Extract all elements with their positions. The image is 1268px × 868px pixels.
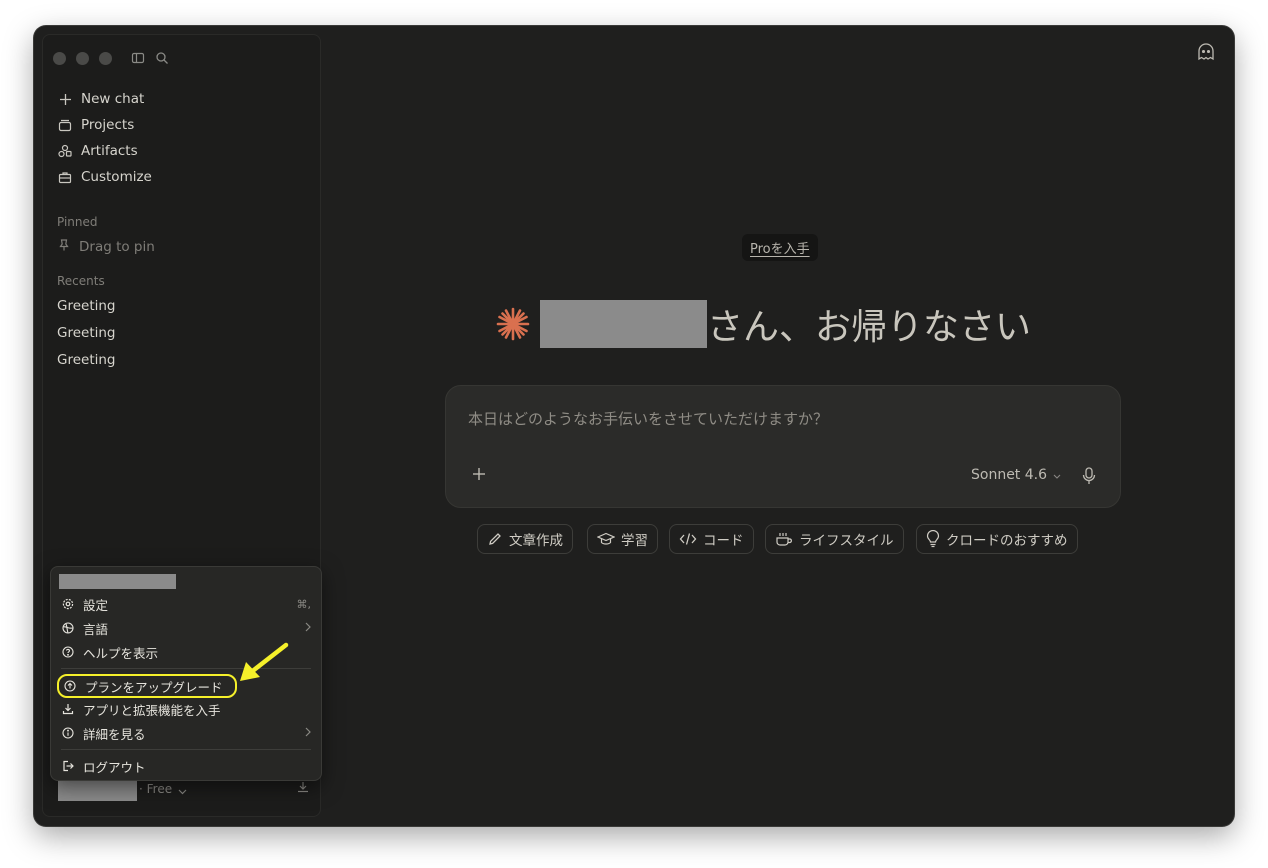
new-chat-label: New chat (81, 91, 145, 107)
menu-item-label: アプリと拡張機能を入手 (83, 702, 221, 718)
projects-label: Projects (81, 117, 135, 133)
prompt-chip-learning[interactable]: 学習 (587, 524, 658, 554)
menu-item-get-apps[interactable]: アプリと拡張機能を入手 (61, 698, 311, 720)
annotation-arrow-icon (240, 642, 289, 681)
claude-star-icon (496, 307, 530, 341)
pinned-heading: Pinned (57, 215, 98, 229)
minimize-window-button[interactable] (76, 52, 89, 65)
help-icon (61, 645, 75, 659)
menu-item-label: 言語 (83, 621, 109, 637)
recent-chat-item[interactable]: Greeting (57, 298, 116, 314)
search-icon[interactable] (155, 50, 169, 69)
plus-icon (57, 91, 73, 107)
menu-item-label: プランをアップグレード (85, 679, 223, 695)
prompt-chip-writing[interactable]: 文章作成 (477, 524, 573, 554)
menu-item-language[interactable]: 言語 (61, 617, 311, 639)
lightbulb-icon (926, 530, 940, 548)
close-window-button[interactable] (53, 52, 66, 65)
greeting-text: さん、お帰りなさい (707, 307, 1032, 348)
drag-to-pin-placeholder: Drag to pin (57, 238, 155, 256)
artifacts-icon (57, 143, 73, 159)
new-chat-button[interactable]: New chat (57, 88, 144, 110)
model-selector[interactable]: Sonnet 4.6 (971, 467, 1061, 483)
prompt-chip-lifestyle[interactable]: ライフスタイル (765, 524, 904, 554)
drag-to-pin-label: Drag to pin (79, 239, 155, 255)
sidebar-toggle-icon[interactable] (131, 50, 145, 69)
artifacts-button[interactable]: Artifacts (57, 140, 138, 162)
info-icon (61, 726, 75, 740)
prompt-chip-claude-picks[interactable]: クロードのおすすめ (916, 524, 1078, 554)
chip-label: コード (703, 533, 744, 549)
menu-item-label: ヘルプを表示 (83, 645, 159, 661)
menu-item-label: 設定 (83, 597, 109, 613)
graduation-cap-icon (597, 531, 615, 547)
main-area: Proを入手 さん、お帰りなさい 本日はどのようなお手伝いをさせていただけますか… (322, 26, 1234, 826)
prompt-chip-code[interactable]: コード (669, 524, 754, 554)
get-pro-link[interactable]: Proを入手 (742, 234, 818, 261)
chevron-down-icon (1053, 467, 1061, 483)
recent-chat-item[interactable]: Greeting (57, 325, 116, 341)
projects-button[interactable]: Projects (57, 114, 134, 136)
chip-label: 文章作成 (509, 533, 563, 549)
chevron-right-icon (305, 622, 311, 635)
menu-item-logout[interactable]: ログアウト (61, 755, 311, 777)
pin-icon (57, 238, 71, 256)
customize-button[interactable]: Customize (57, 166, 152, 188)
download-icon (61, 702, 75, 716)
recents-heading: Recents (57, 274, 105, 288)
chip-label: クロードのおすすめ (946, 533, 1068, 549)
account-email-redacted (59, 574, 176, 589)
menu-item-upgrade-plan[interactable]: プランをアップグレード (57, 674, 237, 698)
shortcut-hint: ⌘, (296, 597, 312, 611)
chip-label: ライフスタイル (799, 533, 894, 549)
menu-item-label: 詳細を見る (83, 726, 146, 742)
gear-icon (61, 597, 75, 611)
chevron-right-icon (305, 727, 311, 740)
logout-icon (61, 759, 75, 773)
upgrade-icon (63, 679, 77, 693)
folder-icon (57, 117, 73, 133)
zoom-window-button[interactable] (99, 52, 112, 65)
chat-input-placeholder[interactable]: 本日はどのようなお手伝いをさせていただけますか？ (468, 408, 828, 429)
briefcase-icon (57, 169, 73, 185)
chat-input-box[interactable]: 本日はどのようなお手伝いをさせていただけますか？ Sonnet 4.6 (445, 385, 1121, 508)
chip-label: 学習 (621, 533, 648, 549)
model-name: Sonnet 4.6 (971, 467, 1048, 483)
pencil-icon (487, 531, 503, 547)
customize-label: Customize (81, 169, 152, 185)
plan-label: · Free (139, 782, 173, 796)
microphone-icon[interactable] (1082, 467, 1096, 489)
user-name-redacted (540, 300, 707, 348)
code-icon (679, 532, 697, 546)
menu-divider (61, 749, 311, 750)
coffee-icon (775, 531, 793, 547)
recent-chat-item[interactable]: Greeting (57, 352, 116, 368)
menu-item-settings[interactable]: 設定 ⌘, (61, 593, 311, 615)
app-window: New chat Projects Artifacts Customize Pi… (34, 26, 1234, 826)
attach-plus-icon[interactable] (472, 466, 486, 485)
ghost-icon[interactable] (1196, 42, 1216, 66)
globe-icon (61, 621, 75, 635)
greeting-heading: さん、お帰りなさい (496, 296, 1031, 352)
chevron-down-icon (178, 780, 187, 799)
artifacts-label: Artifacts (81, 143, 138, 159)
menu-item-learn-more[interactable]: 詳細を見る (61, 722, 311, 744)
menu-item-label: ログアウト (83, 759, 146, 775)
